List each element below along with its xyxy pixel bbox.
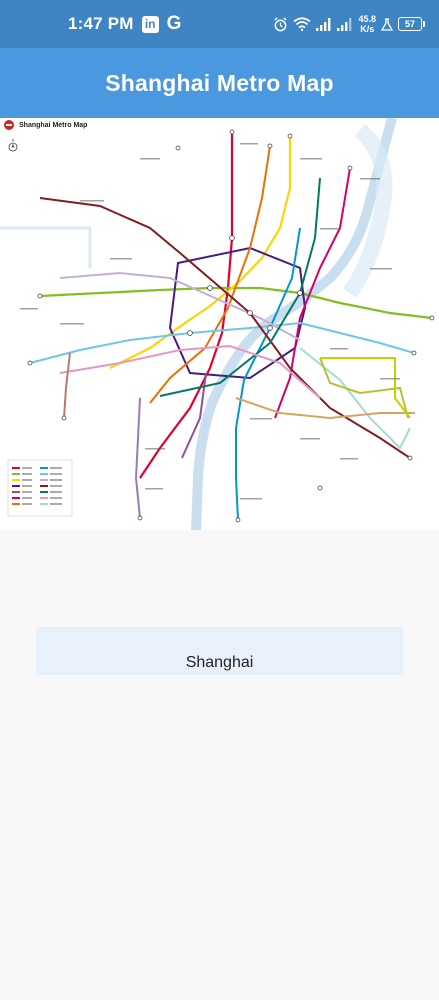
linkedin-icon: in [141, 15, 159, 33]
metro-map-image[interactable]: Shanghai Metro Map N [0, 118, 439, 530]
battery-level: 57 [398, 17, 422, 31]
metro-network [0, 118, 435, 530]
flask-icon [381, 17, 393, 31]
location-label: Shanghai [185, 654, 254, 671]
status-indicators: 45.8 K/s 57 [273, 14, 425, 34]
location-card[interactable]: Shanghai [36, 627, 403, 675]
map-legend [7, 459, 73, 517]
status-bar: 1:47 PM in G 45.8 K/s 57 [0, 0, 439, 48]
google-icon: G [166, 13, 182, 34]
net-speed-value: 45.8 [358, 14, 376, 24]
signal-2-icon [337, 17, 352, 31]
status-time: 1:47 PM [68, 14, 134, 33]
app-bar: Shanghai Metro Map [0, 48, 439, 118]
app-title: Shanghai Metro Map [105, 69, 334, 96]
alarm-icon [274, 16, 288, 31]
battery-icon: 57 [398, 17, 425, 31]
wifi-icon [293, 17, 311, 31]
net-speed-unit: K/s [360, 24, 375, 34]
signal-1-icon [316, 17, 331, 31]
net-speed: 45.8 K/s [358, 14, 376, 34]
